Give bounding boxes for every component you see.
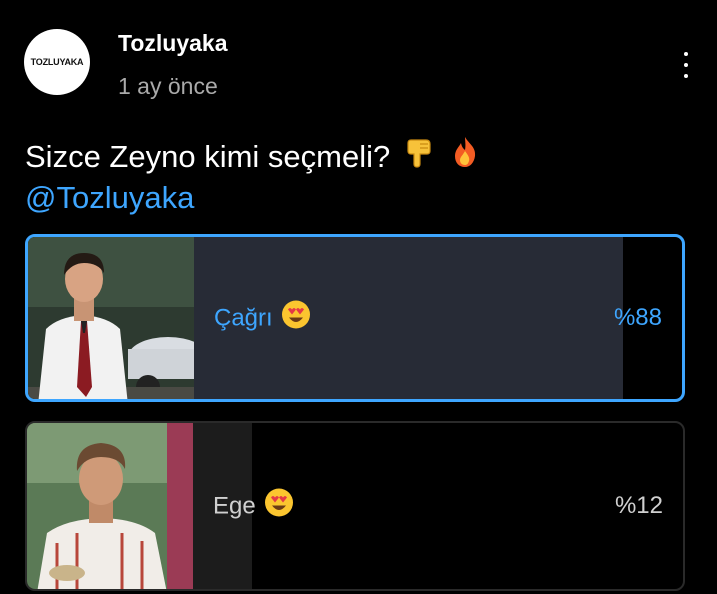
- option-label: Ege: [213, 488, 294, 525]
- mention-link[interactable]: @Tozluyaka: [25, 178, 194, 218]
- channel-name[interactable]: Tozluyaka: [118, 30, 228, 57]
- option-percent: %88: [613, 304, 662, 331]
- option-image-cagri: [28, 237, 194, 399]
- avatar-logo-text: TOZLUYAKA: [30, 57, 84, 67]
- poll-question: Sizce Zeyno kimi seçmeli?: [25, 139, 391, 174]
- post-text: Sizce Zeyno kimi seçmeli?: [25, 135, 482, 179]
- smiling-face-heart-eyes-icon: [264, 488, 294, 525]
- channel-avatar[interactable]: TOZLUYAKA: [24, 29, 90, 95]
- option-label-text: Ege: [213, 492, 256, 519]
- option-label-text: Çağrı: [214, 304, 273, 331]
- poll-option-ege[interactable]: Ege %12: [25, 421, 685, 591]
- option-image-ege: [27, 423, 193, 589]
- poll-option-cagri[interactable]: Çağrı %88: [25, 234, 685, 402]
- backhand-index-down-icon: [402, 135, 436, 179]
- option-label: Çağrı: [214, 300, 311, 337]
- post-timestamp: 1 ay önce: [118, 73, 218, 99]
- option-percent: %12: [614, 492, 663, 519]
- smiling-face-heart-eyes-icon: [281, 300, 311, 337]
- more-options-icon[interactable]: [676, 52, 696, 78]
- fire-icon: [448, 135, 482, 179]
